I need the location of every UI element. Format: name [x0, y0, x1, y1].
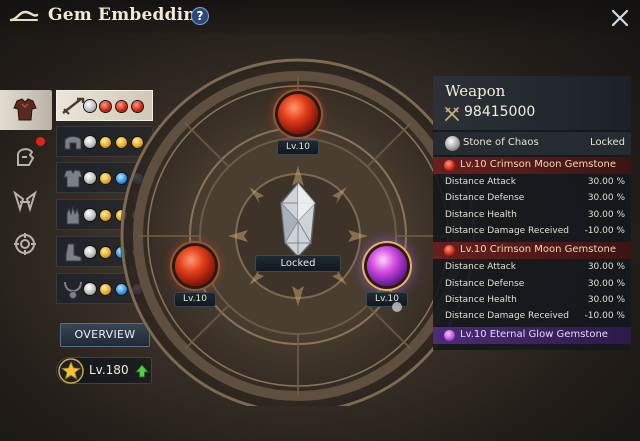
- wings-icon: [13, 190, 37, 213]
- slot-level-label: Lv.10: [174, 292, 216, 307]
- gem-slot-right[interactable]: Lv.10: [352, 246, 422, 307]
- white-gem-icon: [84, 209, 96, 221]
- panel-title: Weapon: [445, 82, 506, 100]
- gold-gem-icon: [100, 284, 111, 295]
- crossed-swords-icon: [445, 107, 459, 121]
- gold-gem-icon: [100, 137, 111, 148]
- panel-header: Weapon 98415000: [433, 76, 631, 130]
- weapon-info-panel: Weapon 98415000 Stone of Chaos Locked Lv…: [433, 76, 631, 350]
- helmet-icon: [64, 136, 82, 150]
- help-button[interactable]: ?: [191, 7, 209, 25]
- white-gem-icon: [84, 246, 96, 258]
- chaos-stone-icon[interactable]: [263, 181, 333, 261]
- weapon-icon: [62, 97, 85, 115]
- white-gem-icon: [84, 136, 96, 148]
- stone-name: Stone of Chaos: [463, 137, 539, 148]
- gem-header: Lv.10 Crimson Moon Gemstone: [433, 157, 631, 174]
- gem-orb: [367, 246, 407, 286]
- gold-gem-icon: [100, 173, 111, 184]
- target-icon: [14, 233, 36, 255]
- stat-label: Distance Health: [445, 294, 517, 305]
- gold-gem-icon: [100, 247, 111, 258]
- stat-label: Distance Damage Received: [445, 311, 570, 322]
- tab-target[interactable]: [0, 224, 52, 264]
- gem-name: Lv.10 Crimson Moon Gemstone: [460, 244, 617, 256]
- stat-value: 30.00 %: [587, 177, 625, 187]
- page-title: Gem Embedding: [48, 5, 208, 25]
- boots-icon: [65, 243, 82, 262]
- necklace-icon: [64, 281, 82, 299]
- gem-orb: [278, 94, 318, 134]
- stat-row: Distance Health 30.00 %: [433, 208, 631, 224]
- stat-row: Distance Damage Received -10.00 %: [433, 309, 631, 325]
- gem-color-icon: [444, 330, 455, 342]
- stat-label: Distance Defense: [445, 193, 525, 204]
- stat-label: Distance Health: [445, 209, 517, 220]
- gem-color-icon: [444, 160, 455, 171]
- stat-label: Distance Attack: [445, 177, 516, 187]
- gem-slot-top[interactable]: Lv.10: [263, 94, 333, 155]
- gem-header: Lv.10 Eternal Glow Gemstone: [433, 327, 631, 345]
- stat-value: -10.00 %: [584, 225, 625, 236]
- gloves-icon: [66, 205, 80, 225]
- chest-icon: [63, 169, 83, 188]
- tab-armor[interactable]: [0, 90, 52, 130]
- gem-name: Lv.10 Eternal Glow Gemstone: [460, 329, 608, 341]
- stat-row: Distance Defense 30.00 %: [433, 277, 631, 293]
- stat-row: Distance Attack 30.00 %: [433, 175, 631, 191]
- stat-value: 30.00 %: [587, 193, 625, 204]
- combat-power-value: 98415000: [464, 104, 536, 120]
- white-gem-icon: [84, 172, 96, 184]
- white-gem-icon: [84, 283, 96, 295]
- notification-badge: [36, 137, 45, 146]
- gem-name: Lv.10 Crimson Moon Gemstone: [460, 159, 617, 170]
- stat-row: Distance Damage Received -10.00 %: [433, 224, 631, 240]
- gem-slot-left[interactable]: Lv.10: [160, 246, 230, 307]
- stat-value: -10.00 %: [584, 311, 625, 322]
- stat-row: Distance Defense 30.00 %: [433, 191, 631, 207]
- chaos-stone-small-icon: [445, 136, 460, 151]
- back-arrow-icon[interactable]: [9, 7, 39, 25]
- stat-value: 30.00 %: [587, 294, 625, 305]
- gem-header: Lv.10 Crimson Moon Gemstone: [433, 242, 631, 260]
- stat-value: 30.00 %: [587, 209, 625, 220]
- slot-level-label: Lv.10: [277, 140, 319, 155]
- stat-label: Distance Damage Received: [445, 225, 570, 236]
- stat-label: Distance Defense: [445, 278, 525, 289]
- stat-row: Distance Attack 30.00 %: [433, 260, 631, 276]
- stat-value: 30.00 %: [587, 262, 625, 273]
- stat-row: Distance Health 30.00 %: [433, 293, 631, 309]
- gem-color-icon: [444, 245, 455, 257]
- red-gem-icon: [100, 101, 111, 112]
- white-gem-icon: [84, 100, 96, 112]
- gold-gem-icon: [100, 210, 111, 221]
- star-icon: [58, 358, 84, 384]
- tab-wings[interactable]: [0, 181, 52, 221]
- stat-value: 30.00 %: [587, 278, 625, 289]
- gem-orb: [175, 246, 215, 286]
- stat-label: Distance Attack: [445, 262, 516, 273]
- gear-icon: [17, 148, 35, 166]
- sparkle-icon: [392, 302, 402, 312]
- stone-status: Locked: [590, 137, 625, 148]
- close-icon[interactable]: [610, 8, 630, 28]
- armor-icon: [13, 98, 37, 121]
- stone-row: Stone of Chaos Locked: [433, 132, 631, 155]
- center-locked-label: Locked: [255, 255, 341, 272]
